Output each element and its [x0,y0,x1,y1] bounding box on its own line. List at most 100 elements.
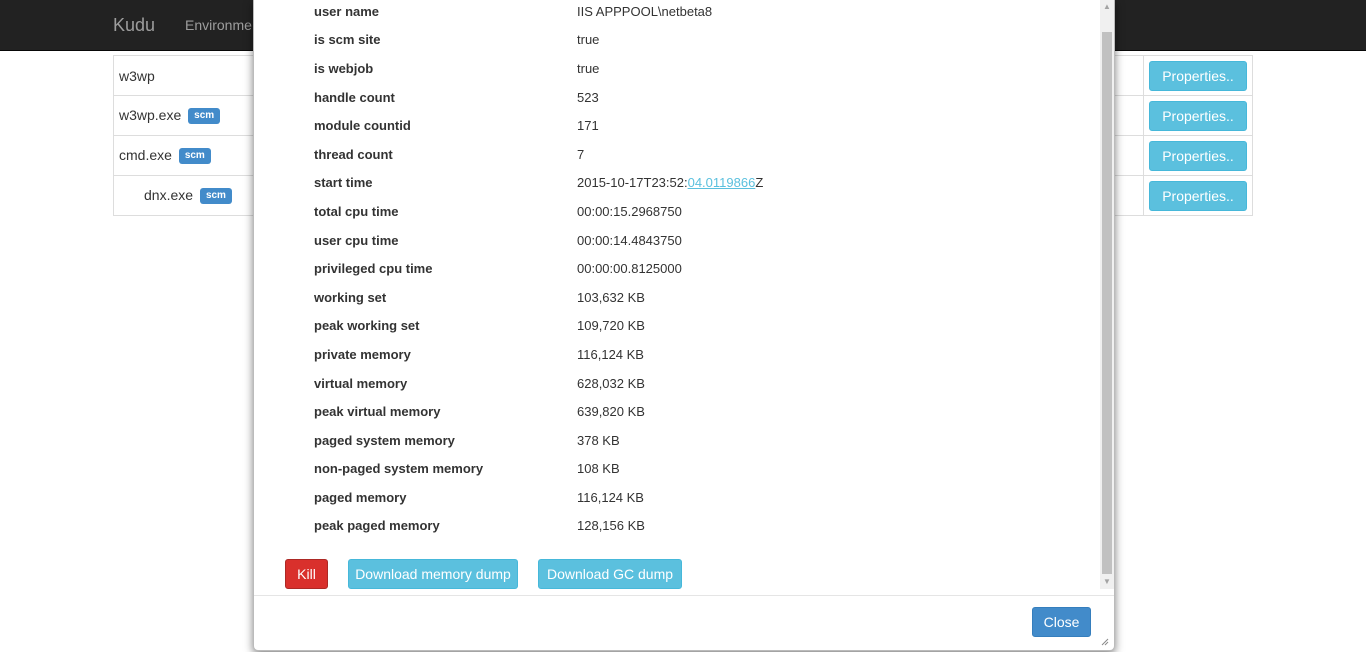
property-key: total cpu time [314,203,399,219]
process-action-cell: Properties.. [1143,135,1253,176]
property-value-suffix: Z [755,175,764,191]
process-properties-modal: user name IIS APPPOOL\netbeta8 is scm site… [253,0,1115,651]
property-value: 103,632 KB [577,289,645,305]
property-row: is webjob true [314,54,763,83]
kill-button[interactable]: Kill [285,559,328,589]
start-time-link[interactable]: 04.0119866 [688,175,756,190]
property-value-cell: 523 [577,83,763,112]
property-value-cell: 108 KB [577,455,763,484]
property-value-cell: 00:00:15.2968750 [577,197,763,226]
scm-badge: scm [178,148,211,165]
property-value: 116,124 KB [577,489,644,505]
property-row: virtual memory 628,032 KB [314,369,763,398]
property-row: total cpu time 00:00:15.2968750 [314,197,763,226]
property-row: user cpu time 00:00:14.4843750 [314,226,763,255]
property-row: handle count 523 [314,83,763,112]
property-key: paged system memory [314,432,455,448]
properties-button[interactable]: Properties.. [1149,140,1247,171]
property-value: 171 [577,118,599,134]
property-value-cell: 116,124 KB [577,340,763,369]
property-row: start time 2015-10-17T23:52:04.0119866Z [314,169,763,198]
property-value: 00:00:14.4843750 [577,232,682,248]
modal-footer: Close [254,595,1114,650]
property-key: non-paged system memory [314,461,484,477]
property-key: thread count [314,146,393,162]
property-key: is scm site [314,32,381,48]
property-value: true [577,32,600,48]
property-row: user name IIS APPPOOL\netbeta8 [314,0,763,26]
property-value: 7 [577,146,585,162]
property-row: paged memory 116,124 KB [314,483,763,512]
property-value: 109,720 KB [577,318,645,334]
process-name: dnx.exe [144,186,194,203]
property-value: 108 KB [577,461,620,477]
process-name: w3wp.exe [119,106,182,123]
scroll-down-arrow-icon[interactable]: ▼ [1100,575,1114,589]
property-row: peak paged memory 128,156 KB [314,512,763,541]
property-value-cell: 378 KB [577,426,763,455]
property-row: thread count 7 [314,140,763,169]
scm-badge: scm [188,108,221,125]
property-value-cell: 00:00:14.4843750 [577,226,763,255]
property-key: user name [314,3,380,19]
download-gc-dump-button[interactable]: Download GC dump [538,559,682,589]
modal-body[interactable]: user name IIS APPPOOL\netbeta8 is scm site… [254,0,1100,596]
properties-button[interactable]: Properties.. [1149,100,1247,131]
property-key: private memory [314,346,411,362]
property-value-cell: 00:00:00.8125000 [577,254,763,283]
properties-button[interactable]: Properties.. [1149,180,1247,211]
property-key: start time [314,175,373,191]
property-key: peak working set [314,318,420,334]
property-key: working set [314,289,387,305]
brand-link[interactable]: Kudu [113,15,155,36]
property-key: peak virtual memory [314,404,441,420]
property-key: user cpu time [314,232,399,248]
property-value: 628,032 KB [577,375,645,391]
property-row: is scm site true [314,26,763,55]
property-value: true [577,60,600,76]
scroll-thumb[interactable] [1102,32,1112,574]
property-row: peak virtual memory 639,820 KB [314,397,763,426]
scm-badge: scm [199,188,232,205]
property-value-cell: true [577,54,763,83]
property-row: module countid 171 [314,111,763,140]
download-memory-dump-button[interactable]: Download memory dump [348,559,518,589]
process-action-cell: Properties.. [1143,95,1253,136]
property-value-cell: 7 [577,140,763,169]
close-button[interactable]: Close [1032,607,1091,637]
property-value-cell: IIS APPPOOL\netbeta8 [577,0,763,26]
modal-scrollbar[interactable]: ▲ ▼ [1100,0,1114,589]
process-name: cmd.exe [119,146,172,163]
property-value: 00:00:15.2968750 [577,203,682,219]
process-action-cell: Properties.. [1143,55,1253,96]
property-key: virtual memory [314,375,408,391]
property-row: non-paged system memory 108 KB [314,455,763,484]
property-value-cell: 103,632 KB [577,283,763,312]
property-value-cell: 171 [577,111,763,140]
property-row: privileged cpu time 00:00:00.8125000 [314,254,763,283]
resize-grip-icon[interactable] [1099,636,1109,646]
property-value: IIS APPPOOL\netbeta8 [577,3,713,19]
properties-button[interactable]: Properties.. [1149,60,1247,91]
property-row: paged system memory 378 KB [314,426,763,455]
property-value: 523 [577,89,599,105]
property-row: peak working set 109,720 KB [314,312,763,341]
property-row: working set 103,632 KB [314,283,763,312]
property-key: is webjob [314,60,374,76]
process-name: w3wp [119,67,155,84]
property-value: 128,156 KB [577,518,645,534]
scroll-up-arrow-icon[interactable]: ▲ [1100,0,1114,14]
property-key: handle count [314,89,395,105]
nav-link-environment[interactable]: Environme [185,17,252,33]
property-key: paged memory [314,489,407,505]
property-key: privileged cpu time [314,261,433,277]
property-value-cell: 116,124 KB [577,483,763,512]
property-value-cell: true [577,26,763,55]
property-value-cell: 2015-10-17T23:52:04.0119866Z [577,169,763,198]
property-key: peak paged memory [314,518,440,534]
property-value-cell: 639,820 KB [577,397,763,426]
property-row: private memory 116,124 KB [314,340,763,369]
property-key: module countid [314,118,411,134]
property-value: 378 KB [577,432,620,448]
property-value-cell: 628,032 KB [577,369,763,398]
